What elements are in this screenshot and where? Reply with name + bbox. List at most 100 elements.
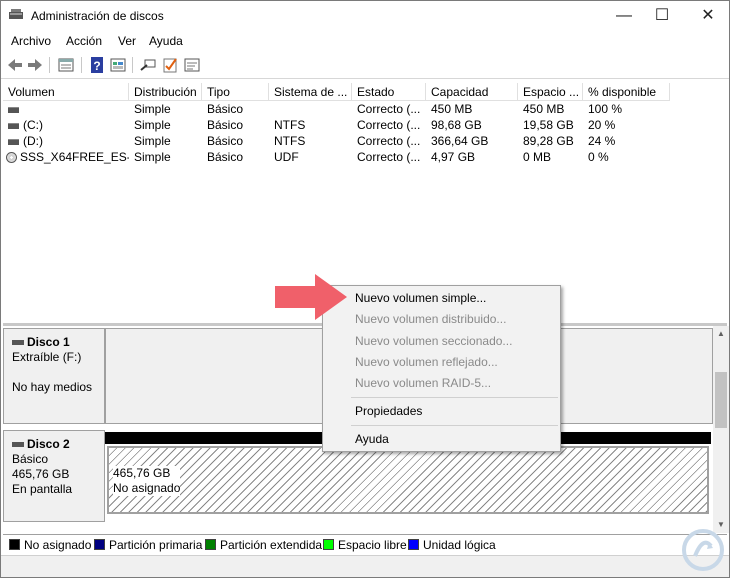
table-cell: Simple [134, 102, 171, 116]
scroll-thumb[interactable] [715, 372, 727, 428]
svg-text:?: ? [93, 59, 100, 73]
context-new-spanned-volume: Nuevo volumen distribuido... [355, 312, 507, 326]
legend-swatch [9, 539, 20, 550]
toolbar-separator [49, 57, 50, 73]
connect-icon[interactable] [139, 56, 157, 74]
table-row-volume-cell[interactable] [3, 101, 129, 117]
disk-name: Disco 2 [27, 437, 70, 451]
legend-swatch [205, 539, 216, 550]
status-bar [1, 555, 729, 577]
context-new-simple-volume[interactable]: Nuevo volumen simple... [355, 291, 486, 305]
table-cell: 89,28 GB [523, 134, 574, 148]
unallocated-info: 465,76 GB No asignado [113, 466, 181, 496]
legend-label: Partición extendida [220, 538, 323, 552]
unallocated-size: 465,76 GB [113, 466, 171, 480]
table-cell: 20 % [588, 118, 616, 132]
table-row-volume-cell[interactable]: SSS_X64FREE_ES-E... [3, 149, 129, 165]
disk-size [12, 365, 104, 380]
table-cell: Básico [207, 150, 244, 164]
volume-name: (C:) [23, 118, 43, 132]
context-new-raid5-volume: Nuevo volumen RAID-5... [355, 376, 492, 390]
column-header-disponible[interactable]: % disponible [583, 83, 670, 101]
properties-icon[interactable] [109, 56, 127, 74]
table-cell: Correcto (... [357, 102, 421, 116]
maximize-button[interactable]: ☐ [645, 1, 679, 31]
table-cell: 450 MB [431, 102, 473, 116]
legend-bar: No asignado Partición primaria Partición… [3, 534, 727, 554]
window-title: Administración de discos [31, 9, 164, 23]
dvd-icon [6, 152, 17, 164]
table-cell: 98,68 GB [431, 118, 482, 132]
forward-icon[interactable] [26, 56, 44, 74]
legend-label: Partición primaria [109, 538, 203, 552]
drive-icon [8, 106, 19, 113]
disk-icon [12, 442, 24, 448]
table-cell: Correcto (... [357, 118, 421, 132]
table-cell: Correcto (... [357, 150, 421, 164]
disk-icon [12, 340, 24, 346]
column-header-volumen[interactable]: Volumen [3, 83, 129, 101]
legend-item-no-asignado: No asignado [9, 538, 91, 552]
unallocated-label: No asignado [113, 481, 181, 495]
column-header-sistema[interactable]: Sistema de ... [269, 83, 352, 101]
context-help[interactable]: Ayuda [355, 432, 389, 446]
legend-swatch [323, 539, 334, 550]
table-cell: Básico [207, 134, 244, 148]
table-cell: Simple [134, 150, 171, 164]
table-cell: 0 % [588, 150, 609, 164]
table-cell: Simple [134, 118, 171, 132]
column-header-espacio[interactable]: Espacio ... [518, 83, 583, 101]
table-cell: Simple [134, 134, 171, 148]
disk-status: No hay medios [12, 380, 93, 394]
table-cell: 19,58 GB [523, 118, 574, 132]
table-row-volume-cell[interactable]: (D:) [3, 133, 129, 149]
drive-icon [8, 122, 19, 129]
legend-item-particion-primaria: Partición primaria [94, 538, 202, 552]
table-cell: Básico [207, 118, 244, 132]
legend-label: Unidad lógica [423, 538, 496, 552]
column-header-tipo[interactable]: Tipo [202, 83, 269, 101]
table-cell: Básico [207, 102, 244, 116]
title-bar[interactable]: Administración de discos — ☐ ✕ [1, 1, 729, 31]
menu-ayuda[interactable]: Ayuda [149, 34, 183, 48]
close-button[interactable]: ✕ [691, 1, 725, 31]
table-cell: 100 % [588, 102, 623, 116]
unallocated-region[interactable]: 465,76 GB No asignado [107, 446, 709, 514]
disk-status: En pantalla [12, 482, 73, 496]
column-header-distribucion[interactable]: Distribución [129, 83, 202, 101]
table-cell: 4,97 GB [431, 150, 476, 164]
table-cell: 450 MB [523, 102, 565, 116]
context-separator [351, 425, 558, 426]
disk-name: Disco 1 [27, 335, 70, 349]
drive-icon [8, 138, 19, 145]
scroll-up-icon[interactable]: ▲ [713, 326, 729, 342]
legend-item-espacio-libre: Espacio libre [323, 538, 407, 552]
context-menu: Nuevo volumen simple... Nuevo volumen di… [322, 285, 561, 452]
back-icon[interactable] [6, 56, 24, 74]
table-cell: Correcto (... [357, 134, 421, 148]
minimize-button[interactable]: — [607, 1, 641, 31]
disk-type: Extraíble (F:) [12, 350, 82, 364]
disk-1-label[interactable]: Disco 1 Extraíble (F:) No hay medios [3, 328, 105, 424]
disk-list-icon[interactable] [57, 56, 75, 74]
check-icon[interactable] [161, 56, 179, 74]
table-cell: UDF [274, 150, 299, 164]
context-properties[interactable]: Propiedades [355, 404, 422, 418]
menu-archivo[interactable]: Archivo [11, 34, 51, 48]
disk-view-scrollbar[interactable]: ▲ ▼ [713, 326, 729, 533]
refresh-icon[interactable] [183, 56, 201, 74]
pointer-arrow-icon [275, 274, 347, 320]
table-row-volume-cell[interactable]: (C:) [3, 117, 129, 133]
disk-2-label[interactable]: Disco 2 Básico 465,76 GB En pantalla [3, 430, 105, 522]
disk-management-window: Administración de discos — ☐ ✕ Archivo A… [0, 0, 730, 578]
menu-ver[interactable]: Ver [118, 34, 136, 48]
legend-swatch [408, 539, 419, 550]
column-header-capacidad[interactable]: Capacidad [426, 83, 518, 101]
legend-item-particion-extendida: Partición extendida [205, 538, 322, 552]
menu-accion[interactable]: Acción [66, 34, 102, 48]
table-cell: 366,64 GB [431, 134, 489, 148]
help-icon[interactable]: ? [88, 56, 106, 74]
toolbar-separator [81, 57, 82, 73]
column-header-estado[interactable]: Estado [352, 83, 426, 101]
legend-label: No asignado [24, 538, 92, 552]
